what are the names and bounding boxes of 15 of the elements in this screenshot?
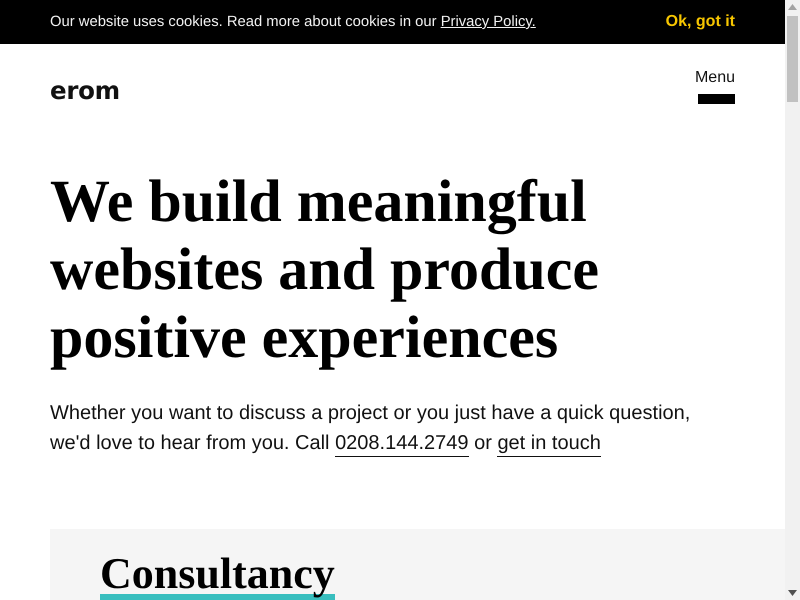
hero-heading: We build meaningful websites and produce positive experiences bbox=[50, 167, 600, 371]
scrollbar[interactable] bbox=[785, 0, 800, 600]
scroll-up-icon[interactable] bbox=[788, 4, 797, 10]
section-heading: Consultancy bbox=[100, 554, 335, 600]
scrollbar-thumb[interactable] bbox=[787, 16, 798, 102]
menu-bar-icon bbox=[698, 94, 735, 104]
intro-paragraph: Whether you want to discuss a project or you just have a quick question, we'd love to hear from you. Call 0208.144.2749 or get in touch bbox=[50, 398, 700, 458]
phone-link[interactable]: 0208.144.2749 bbox=[335, 432, 469, 457]
logo[interactable]: erom bbox=[50, 79, 120, 104]
privacy-policy-link[interactable]: Privacy Policy. bbox=[440, 14, 536, 30]
cookie-message: Our website uses cookies. Read more about cookies in our Privacy Policy. bbox=[50, 12, 536, 32]
scroll-down-icon[interactable] bbox=[788, 590, 797, 596]
accept-cookies-button[interactable]: Ok, got it bbox=[666, 10, 735, 34]
menu-button[interactable]: Menu bbox=[694, 70, 735, 104]
contact-link[interactable]: get in touch bbox=[497, 432, 601, 457]
